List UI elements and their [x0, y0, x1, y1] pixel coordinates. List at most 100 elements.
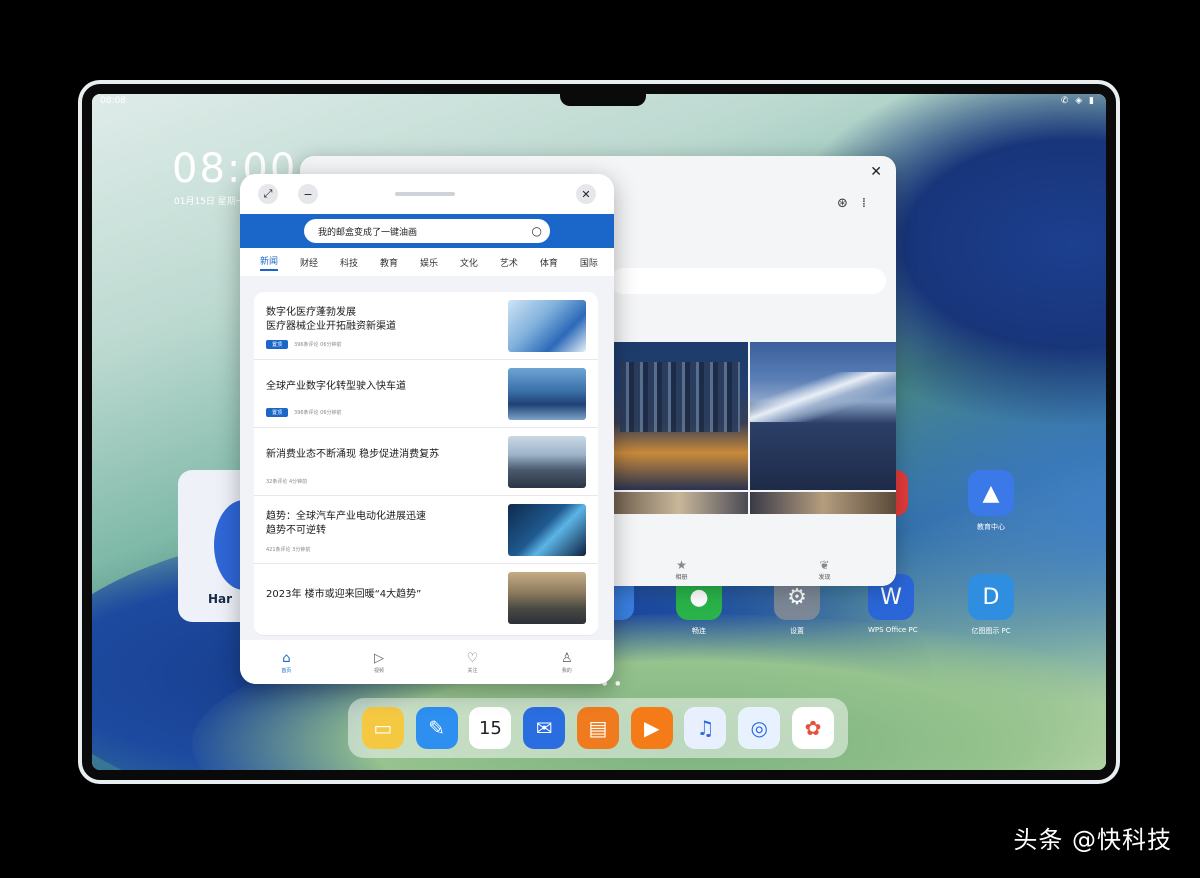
news-meta-text: 32条评论 4分钟前 — [266, 479, 308, 485]
news-window[interactable]: ⤢ − ✕ 我的邮盒变成了一键油画 ○ 新闻 财经 科技 教育 娱乐 文化 艺术… — [240, 174, 614, 684]
tab-albums[interactable]: ★ 相册 — [675, 558, 687, 581]
leaf-icon: ❦ — [819, 557, 830, 572]
news-meta-text: 396条评论 06分钟前 — [294, 410, 342, 416]
nav-label: 关注 — [467, 667, 478, 674]
tablet-frame: 08:08 ✆ ◈ ▮ 08:00 01月15日 星期一 Har ▲ 趋势 ▲ … — [78, 80, 1120, 784]
status-time: 08:08 — [100, 96, 126, 106]
home-date: 01月15日 星期一 — [174, 197, 245, 207]
news-meta: 421条评论 3分钟前 — [266, 546, 310, 553]
browser-icon[interactable]: ◎ — [738, 707, 781, 749]
dock: ▭ ✎ 15 ✉ ▤ ▶ ♫ ◎ ✿ — [348, 698, 848, 758]
search-header: 我的邮盒变成了一键油画 ○ — [240, 214, 614, 248]
watermark: 头条 @快科技 — [1013, 826, 1172, 854]
status-icons: ✆ ◈ ▮ — [1060, 96, 1096, 106]
home-icon: ⌂ — [282, 650, 291, 666]
window-titlebar[interactable]: ⤢ − ✕ — [240, 174, 614, 214]
nav-follow[interactable]: ♡ 关注 — [467, 651, 479, 674]
news-meta: 置顶 396条评论 06分钟前 — [266, 408, 342, 417]
nav-video[interactable]: ▷ 视频 — [374, 651, 384, 674]
tab-entertainment[interactable]: 娱乐 — [420, 256, 438, 269]
tab-education[interactable]: 教育 — [380, 256, 398, 269]
app-label: 设置 — [790, 627, 804, 635]
calendar-icon[interactable]: 15 — [469, 707, 512, 749]
tab-label: 相册 — [675, 573, 688, 581]
news-thumbnail — [508, 504, 586, 556]
news-title: 趋势：全球汽车产业电动化进展迅速 趋势不可逆转 — [266, 511, 426, 536]
nav-me[interactable]: ♙ 我的 — [561, 651, 573, 674]
app-label: 亿图图示 PC — [971, 627, 1011, 635]
news-meta: 32条评论 4分钟前 — [266, 478, 307, 485]
nav-home[interactable]: ⌂ 首页 — [281, 651, 291, 674]
star-icon: ★ — [676, 557, 687, 572]
news-title: 全球产业数字化转型驶入快车道 — [266, 381, 406, 392]
user-icon: ♙ — [560, 650, 573, 666]
gallery-search-bar[interactable] — [610, 268, 886, 294]
tab-discover[interactable]: ❦ 发现 — [818, 558, 830, 581]
news-title: 新消费业态不断涌现 稳步促进消费复苏 — [266, 449, 440, 460]
news-thumbnail — [508, 300, 586, 352]
play-circle-icon: ▷ — [374, 650, 384, 666]
minimize-icon[interactable]: − — [298, 184, 318, 204]
news-title: 2023年 楼市或迎来回暖“4大趋势” — [266, 589, 422, 600]
tab-tech[interactable]: 科技 — [340, 256, 358, 269]
app-label: 教育中心 — [977, 523, 1005, 531]
news-item[interactable]: 趋势：全球汽车产业电动化进展迅速 趋势不可逆转 421条评论 3分钟前 — [254, 496, 598, 564]
photo-thumb[interactable] — [750, 492, 896, 514]
search-input[interactable]: 我的邮盒变成了一键油画 ○ — [304, 219, 550, 243]
heart-icon: ♡ — [466, 650, 479, 666]
pinned-badge: 置顶 — [266, 408, 289, 417]
close-icon[interactable]: ✕ — [576, 184, 596, 204]
news-item[interactable]: 全球产业数字化转型驶入快车道 置顶 396条评论 06分钟前 — [254, 360, 598, 428]
tablet-screen: 08:08 ✆ ◈ ▮ 08:00 01月15日 星期一 Har ▲ 趋势 ▲ … — [82, 84, 1116, 780]
app-label: WPS Office PC — [868, 626, 918, 634]
app-edraw[interactable]: D 亿图图示 PC — [968, 574, 1014, 636]
photo-thumb[interactable] — [610, 492, 748, 514]
tab-culture[interactable]: 文化 — [460, 256, 478, 269]
app-label: 畅连 — [692, 627, 706, 635]
news-title: 数字化医疗蓬勃发展 医疗器械企业开拓融资新渠道 — [266, 307, 396, 332]
close-icon[interactable]: ✕ — [870, 164, 882, 180]
edraw-icon: D — [968, 574, 1014, 620]
gallery-tab-bar: ★ 相册 ❦ 发现 — [610, 552, 896, 586]
news-item[interactable]: 新消费业态不断涌现 稳步促进消费复苏 32条评论 4分钟前 — [254, 428, 598, 496]
fullscreen-icon[interactable]: ⤢ — [258, 184, 278, 204]
docs-icon[interactable]: ▤ — [576, 707, 619, 749]
news-thumbnail — [508, 572, 586, 624]
news-list: 数字化医疗蓬勃发展 医疗器械企业开拓融资新渠道 置顶 396条评论 06分钟前 … — [254, 292, 598, 636]
tab-news[interactable]: 新闻 — [260, 254, 279, 271]
gallery-icon[interactable]: ✿ — [792, 707, 834, 749]
tab-label: 发现 — [818, 573, 831, 581]
nav-label: 视频 — [374, 667, 385, 674]
photo-city-night[interactable] — [610, 342, 748, 490]
news-meta-text: 396条评论 06分钟前 — [294, 342, 342, 348]
search-icon[interactable]: ○ — [532, 224, 542, 238]
news-thumbnail — [508, 436, 586, 488]
mail-icon[interactable]: ✉ — [523, 707, 566, 749]
bottom-nav: ⌂ 首页 ▷ 视频 ♡ 关注 ♙ 我的 — [240, 640, 614, 684]
graduation-cap-icon: ▲ — [968, 470, 1014, 516]
tab-international[interactable]: 国际 — [580, 256, 598, 269]
category-tabs: 新闻 财经 科技 教育 娱乐 文化 艺术 体育 国际 — [240, 248, 614, 276]
music-icon[interactable]: ♫ — [684, 707, 727, 749]
stage: 08:08 ✆ ◈ ▮ 08:00 01月15日 星期一 Har ▲ 趋势 ▲ … — [0, 0, 1200, 878]
app-education[interactable]: ▲ 教育中心 — [968, 470, 1014, 532]
news-thumbnail — [508, 368, 586, 420]
tab-art[interactable]: 艺术 — [500, 256, 518, 269]
toolbar-icons[interactable]: ⊛⁞ — [837, 196, 880, 211]
video-icon[interactable]: ▶ — [630, 707, 673, 749]
tab-sports[interactable]: 体育 — [540, 256, 558, 269]
camera-notch — [560, 94, 646, 106]
drag-handle[interactable] — [395, 192, 455, 196]
photo-mountain-lake[interactable] — [750, 342, 896, 490]
news-meta: 置顶 396条评论 06分钟前 — [266, 340, 342, 349]
notes-icon[interactable]: ✎ — [415, 707, 458, 749]
files-icon[interactable]: ▭ — [361, 707, 404, 749]
nav-label: 我的 — [561, 667, 572, 674]
search-placeholder: 我的邮盒变成了一键油画 — [318, 227, 418, 238]
pinned-badge: 置顶 — [266, 340, 289, 349]
news-item[interactable]: 数字化医疗蓬勃发展 医疗器械企业开拓融资新渠道 置顶 396条评论 06分钟前 — [254, 292, 598, 360]
tab-finance[interactable]: 财经 — [300, 256, 318, 269]
news-item[interactable]: 2023年 楼市或迎来回暖“4大趋势” — [254, 564, 598, 636]
widget-label: Har — [208, 592, 233, 606]
news-meta-text: 421条评论 3分钟前 — [266, 547, 311, 553]
